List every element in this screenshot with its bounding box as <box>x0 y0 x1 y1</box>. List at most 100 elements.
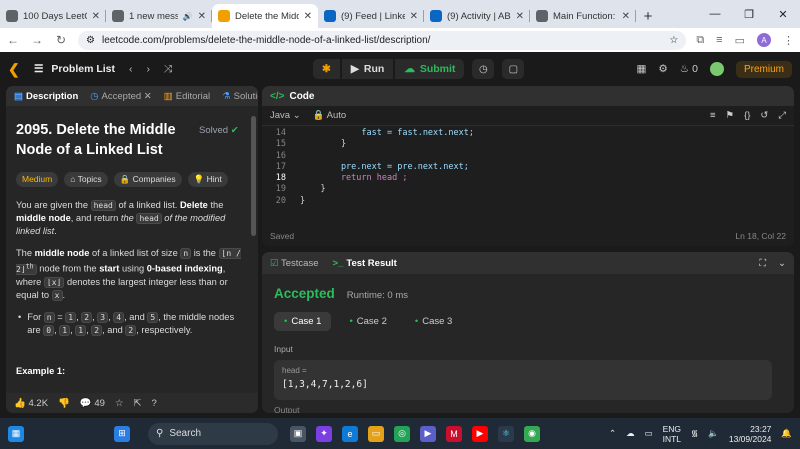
user-avatar[interactable] <box>709 62 724 76</box>
minimize-button[interactable]: — <box>698 8 732 20</box>
taskbar-search[interactable]: ⚲ Search <box>148 422 278 445</box>
braces-icon[interactable]: {} <box>744 110 750 121</box>
reset-icon[interactable]: ↺ <box>760 110 768 121</box>
menu-kebab-icon[interactable]: ⋮ <box>783 34 794 47</box>
file-explorer-icon[interactable]: ▭ <box>368 425 384 442</box>
problem-title[interactable]: 2095. Delete the Middle Node of a Linked… <box>16 120 191 160</box>
language-indicator[interactable]: ENG INTL <box>663 424 681 444</box>
bookmark-star-icon[interactable]: ☆ <box>669 35 678 46</box>
submit-button[interactable]: ☁ Submit <box>395 59 465 79</box>
difficulty-badge[interactable]: Medium <box>16 172 59 187</box>
share-icon[interactable]: ⇱ <box>133 398 141 409</box>
close-tab-icon[interactable]: ✕ <box>516 11 524 22</box>
audio-playing-icon[interactable]: 🔊 <box>183 12 193 21</box>
media-icon[interactable]: ≡ <box>716 34 722 46</box>
browser-tab-6[interactable]: Main Function: Int ✕ <box>530 4 636 28</box>
volume-icon[interactable]: 🔈 <box>708 428 719 439</box>
code-line[interactable]: 19 } <box>262 184 794 195</box>
format-icon[interactable]: ≡ <box>710 110 716 121</box>
bookmark-icon[interactable]: ⚑ <box>726 110 735 121</box>
case-tab-1[interactable]: • Case 1 <box>274 312 332 331</box>
browser-tab-2[interactable]: 1 new message 🔊 ✕ <box>106 4 212 28</box>
next-problem-icon[interactable]: › <box>147 63 151 75</box>
debug-icon[interactable]: ✱ <box>313 59 340 79</box>
timer-icon[interactable]: ◷ <box>472 59 495 79</box>
topics-tag[interactable]: ⌂ Topics <box>64 172 108 187</box>
copilot-icon[interactable]: ✦ <box>316 425 332 442</box>
code-line[interactable]: 16 <box>262 151 794 162</box>
chrome-icon[interactable]: ◉ <box>524 425 540 442</box>
close-tab-icon[interactable]: ✕ <box>92 11 100 22</box>
comments-button[interactable]: 💬 49 <box>80 398 105 409</box>
maximize-button[interactable]: ❐ <box>732 8 766 21</box>
browser-tab-4[interactable]: (9) Feed | LinkedIn ✕ <box>318 4 424 28</box>
settings-gear-icon[interactable]: ⚙ <box>658 63 667 75</box>
prime-video-icon[interactable]: ▶ <box>420 425 436 442</box>
new-tab-button[interactable]: + <box>636 4 660 28</box>
collapse-icon[interactable]: ⌄ <box>778 258 786 269</box>
leetcode-logo-icon[interactable]: ❮ <box>8 61 22 77</box>
problem-list-link[interactable]: Problem List <box>51 63 115 75</box>
like-button[interactable]: 👍 4.2K <box>14 398 48 409</box>
tray-chevron-icon[interactable]: ⌃ <box>609 428 616 439</box>
tab-testcase[interactable]: ☑ Testcase <box>270 258 319 269</box>
browser-tab-3[interactable]: Delete the Middle ✕ <box>212 4 318 28</box>
tab-description[interactable]: ▤ Description <box>14 91 78 102</box>
tab-test-result[interactable]: >_ Test Result <box>333 258 397 269</box>
weather-cloud-icon[interactable]: ☁ <box>626 428 635 439</box>
close-tab-icon[interactable]: ✕ <box>198 11 206 22</box>
edge-icon[interactable]: e <box>342 425 358 442</box>
url-bar[interactable]: ⚙ leetcode.com/problems/delete-the-middl… <box>78 30 687 50</box>
mcafee-icon[interactable]: M <box>446 425 462 442</box>
auto-mode-toggle[interactable]: 🔒 Auto <box>313 110 347 121</box>
back-icon[interactable]: ← <box>6 33 20 47</box>
companies-tag[interactable]: 🔒 Companies <box>113 172 182 187</box>
premium-button[interactable]: Premium <box>735 60 792 78</box>
close-tab-icon[interactable]: ✕ <box>304 11 312 22</box>
case-tab-3[interactable]: • Case 3 <box>405 312 462 331</box>
dislike-button[interactable]: 👎 <box>58 398 70 409</box>
close-window-button[interactable]: ✕ <box>766 8 800 21</box>
language-select[interactable]: Java ⌄ <box>270 110 301 121</box>
browser-tab-5[interactable]: (9) Activity | ABDU ✕ <box>424 4 530 28</box>
expand-icon[interactable]: ⤢ <box>778 110 786 121</box>
shuffle-icon[interactable]: ⤨ <box>164 63 172 76</box>
notification-icon[interactable]: 🔔 <box>781 428 792 439</box>
tab-solutions[interactable]: ⚗Solutio <box>222 91 258 102</box>
clock[interactable]: 23:27 13/09/2024 <box>729 424 772 444</box>
hint-tag[interactable]: 💡 Hint <box>187 172 228 187</box>
code-line[interactable]: 17 pre.next = pre.next.next; <box>262 162 794 173</box>
close-tab-icon[interactable]: ✕ <box>410 11 418 22</box>
close-tab-icon[interactable]: ✕ <box>622 11 630 22</box>
widgets-icon[interactable]: ▦ <box>8 425 24 442</box>
case-tab-2[interactable]: • Case 2 <box>339 312 396 331</box>
run-button[interactable]: ▶ Run <box>341 59 394 79</box>
code-line[interactable]: 14 fast = fast.next.next; <box>262 128 794 139</box>
layout-icon[interactable]: ▦ <box>636 63 646 75</box>
tab-editorial[interactable]: ▥ Editorial <box>164 91 210 102</box>
expand-panel-icon[interactable]: ⛶ <box>759 258 766 269</box>
browser-tab-1[interactable]: 100 Days LeetCode ✕ <box>0 4 106 28</box>
code-line[interactable]: 18 return head ; <box>262 173 794 184</box>
code-line[interactable]: 15 } <box>262 139 794 150</box>
prev-problem-icon[interactable]: ‹ <box>129 63 133 75</box>
tab-accepted[interactable]: ◷ Accepted ✕ <box>90 91 152 102</box>
battery-icon[interactable]: ▭ <box>645 428 653 439</box>
favorite-star-icon[interactable]: ☆ <box>115 398 124 409</box>
description-scrollbar[interactable] <box>251 116 256 236</box>
chatgpt-icon[interactable]: ◎ <box>394 425 410 442</box>
profile-avatar[interactable]: A <box>757 33 771 47</box>
task-view-icon[interactable]: ▣ <box>290 425 306 442</box>
code-lines[interactable]: 14 fast = fast.next.next; 15 } 16 17 pre.ne… <box>262 126 794 207</box>
wifi-icon[interactable]: ᯾ <box>691 428 698 439</box>
notes-icon[interactable]: ▢ <box>502 59 525 79</box>
reload-icon[interactable]: ↻ <box>54 33 68 47</box>
sidebar-icon[interactable]: ▭ <box>735 34 745 47</box>
windows-start-icon[interactable]: ⊞ <box>114 425 130 442</box>
site-info-icon[interactable]: ⚙ <box>86 35 95 46</box>
extensions-icon[interactable]: ⧉ <box>696 34 704 47</box>
help-icon[interactable]: ? <box>151 398 156 409</box>
forward-icon[interactable]: → <box>30 33 44 47</box>
streak-counter[interactable]: ♨ 0 <box>680 63 698 75</box>
code-line[interactable]: 20} <box>262 196 794 207</box>
